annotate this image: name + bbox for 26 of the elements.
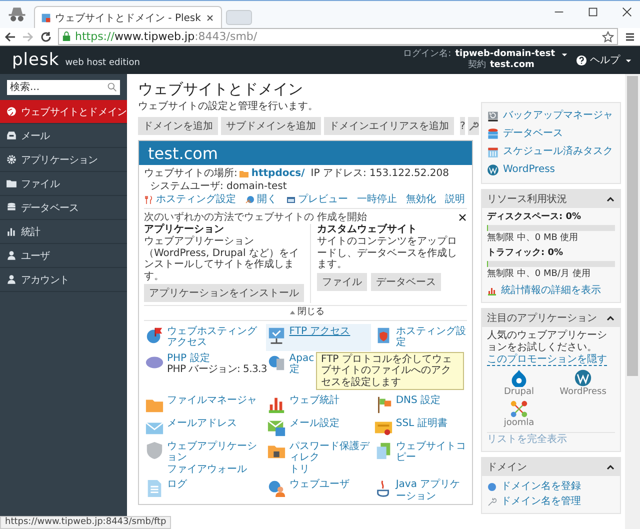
panel-title: ドメイン xyxy=(487,461,527,474)
usage-note: 無制限 中、0 MB 使用 xyxy=(487,233,580,244)
option-heading: アプリケーション xyxy=(144,224,225,236)
panel-title: 注目のアプリケーション xyxy=(487,312,597,325)
usage-label: トラフィック: 0% xyxy=(487,247,564,259)
login-label: ログイン名: xyxy=(403,49,452,60)
option-description: サイトのコンテンツをアップロードし、データベースを作成します。 xyxy=(317,236,458,270)
system-user: システムユーザ: domain-test xyxy=(150,180,287,193)
page-subtitle: ウェブサイトの設定と管理を行います。 xyxy=(138,100,319,113)
option-heading: カスタムウェブサイト xyxy=(317,224,418,236)
logo: plesk xyxy=(12,50,60,70)
usage-label: ディスクスペース: 0% xyxy=(487,211,582,223)
promo-text: 人気のウェブアプリケーションをお試しください。 このプロモーションを隠す xyxy=(487,330,608,366)
option-description: ウェブアプリケーション（WordPress, Drupal など）をインストールしてサイトを作成します。 xyxy=(144,236,300,282)
edition-label: web host edition xyxy=(65,58,140,68)
contract-label: 契約 xyxy=(468,60,486,71)
tab-title: ウェブサイトとドメイン - Plesk xyxy=(55,12,201,24)
ip-address: IP アドレス: 153.122.52.208 xyxy=(310,168,450,180)
usage-note: 無制限 中、0 MB/月 使用 xyxy=(487,269,592,280)
status-url: https://www.tipweb.jp:8443/smb/ftp xyxy=(0,516,172,529)
location-label: ウェブサイトの場所: xyxy=(144,168,238,180)
page-title: ウェブサイトとドメイン xyxy=(138,80,304,98)
tooltip: FTP プロトコルを介してウェブサイトのファイルへのアクセスを設定します xyxy=(316,352,464,390)
start-title: 次のいずれかの方法でウェブサイトの 作成を開始 xyxy=(144,211,368,223)
panel-title: リソース利用状況 xyxy=(487,192,567,206)
contract-value: test.com xyxy=(490,60,536,71)
